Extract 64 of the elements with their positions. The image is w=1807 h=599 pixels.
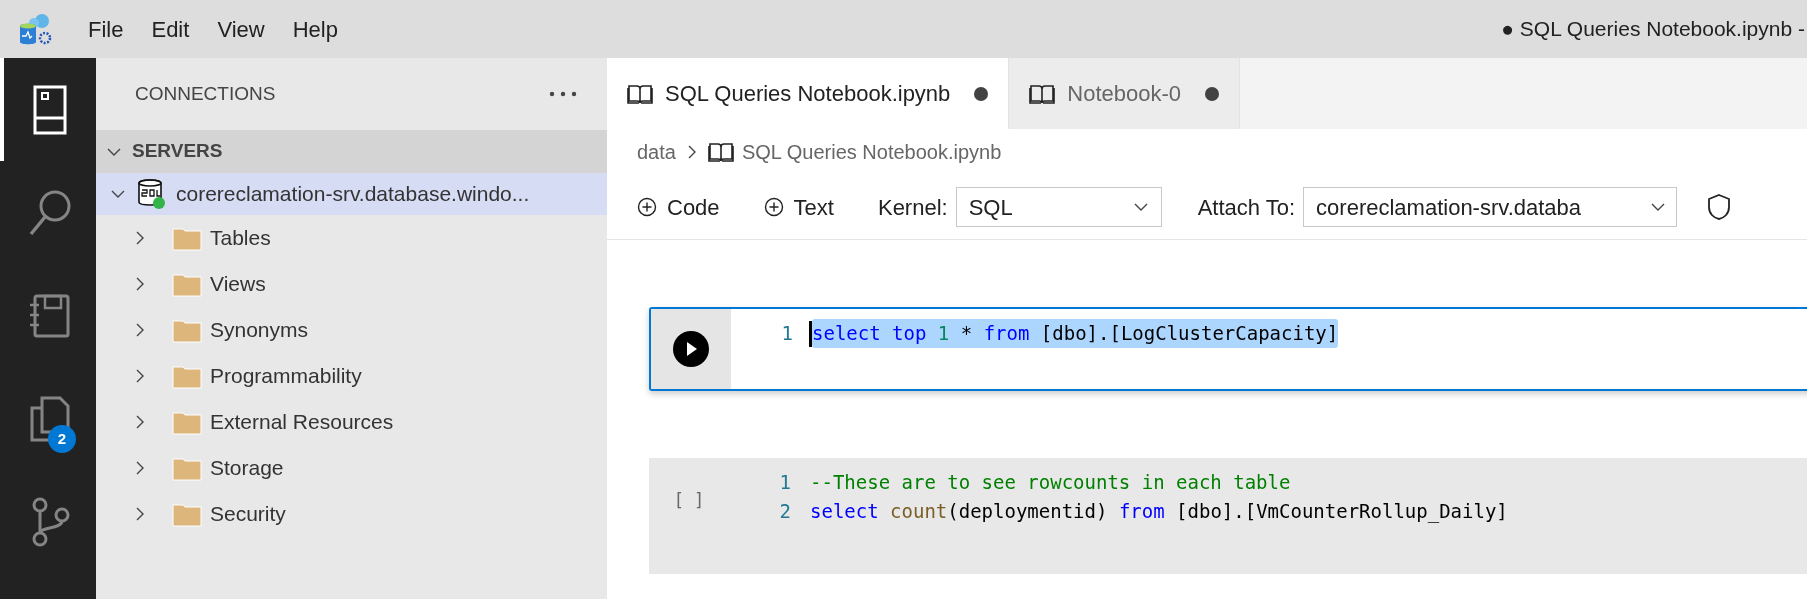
tree-item[interactable]: Tables (96, 215, 607, 261)
editor-tab[interactable]: Notebook-0 (1009, 58, 1241, 129)
tree-item[interactable]: Security (96, 491, 607, 537)
tree-item[interactable]: External Resources (96, 399, 607, 445)
tree-item[interactable]: Views (96, 261, 607, 307)
tree-item[interactable]: corereclamation-srv.database.windo... (96, 173, 607, 215)
notification-badge: 2 (48, 425, 76, 453)
book-icon (707, 141, 734, 163)
notebook-cell[interactable]: [ ] 1 --These are to see rowcounts in each table 2 select count(deploymentid) from [dbo].[VmCounterRollup_Daily] (649, 458, 1807, 574)
folder-icon (172, 501, 202, 527)
more-icon[interactable] (549, 91, 577, 97)
tree-item-label: Security (210, 501, 286, 528)
activity-bar-item[interactable]: 2 (0, 367, 96, 470)
folder-icon (172, 317, 202, 343)
add-icon (637, 197, 657, 217)
kernel-label: Kernel: (877, 193, 948, 222)
execution-count: [ ] (673, 489, 705, 512)
add-text-button[interactable]: Text (763, 190, 834, 224)
window-title: ● SQL Queries Notebook.ipynb - (1501, 16, 1805, 43)
section-header[interactable]: SERVERS (96, 130, 607, 173)
app-logo-icon (18, 12, 54, 46)
menu-item[interactable]: View (203, 0, 279, 58)
kernel-dropdown[interactable]: SQL (955, 187, 1162, 227)
run-button[interactable] (673, 331, 709, 367)
section-title: SERVERS (132, 139, 223, 164)
tree-item-label: Synonyms (210, 317, 309, 344)
tree-item[interactable]: Storage (96, 445, 607, 491)
panel-title: CONNECTIONS (135, 81, 277, 106)
code-line: select count(deploymentid) from [dbo].[VmCounterRollup_Daily] (810, 499, 1508, 525)
menu-item[interactable]: Edit (137, 0, 204, 58)
folder-icon (172, 363, 202, 389)
tree-item[interactable]: Synonyms (96, 307, 607, 353)
tree-item-label: Programmability (210, 363, 362, 390)
tree-item[interactable]: Programmability (96, 353, 607, 399)
notebook-icon (28, 292, 72, 339)
notebook-cell[interactable]: 1 select top 1 * from [dbo].[LogClusterCapacity] (649, 307, 1807, 391)
tree-item-label: corereclamation-srv.database.windo... (176, 181, 530, 208)
text-cursor (809, 320, 812, 347)
line-number: 1 (778, 470, 791, 496)
server-icon (33, 84, 67, 135)
branch-icon (30, 496, 70, 547)
editor-tab[interactable]: SQL Queries Notebook.ipynb (607, 58, 1010, 129)
breadcrumb-item[interactable]: SQL Queries Notebook.ipynb (741, 137, 1002, 167)
folder-icon (172, 271, 202, 297)
attach-label: Attach To: (1197, 193, 1296, 222)
tree-item-label: Storage (210, 455, 284, 482)
menu-item[interactable]: Help (278, 0, 352, 58)
book-icon (1029, 82, 1056, 105)
menu-item[interactable]: File (74, 0, 138, 58)
line-number: 1 (780, 321, 793, 347)
add-icon (763, 197, 784, 217)
code-line: --These are to see rowcounts in each table (810, 470, 1291, 496)
folder-icon (172, 455, 202, 481)
attach-dropdown[interactable]: corereclamation-srv.databa (1303, 187, 1678, 227)
tree-item-label: Tables (210, 225, 271, 252)
tree-item-label: External Resources (210, 409, 394, 436)
add-code-button[interactable]: Code (637, 190, 720, 224)
shield-icon[interactable] (1707, 193, 1732, 221)
tree-item-label: Views (210, 271, 266, 298)
book-icon (627, 82, 653, 105)
line-number: 2 (778, 499, 791, 525)
folder-icon (172, 225, 202, 251)
breadcrumb-item[interactable]: data (637, 137, 676, 167)
folder-icon (172, 409, 202, 435)
